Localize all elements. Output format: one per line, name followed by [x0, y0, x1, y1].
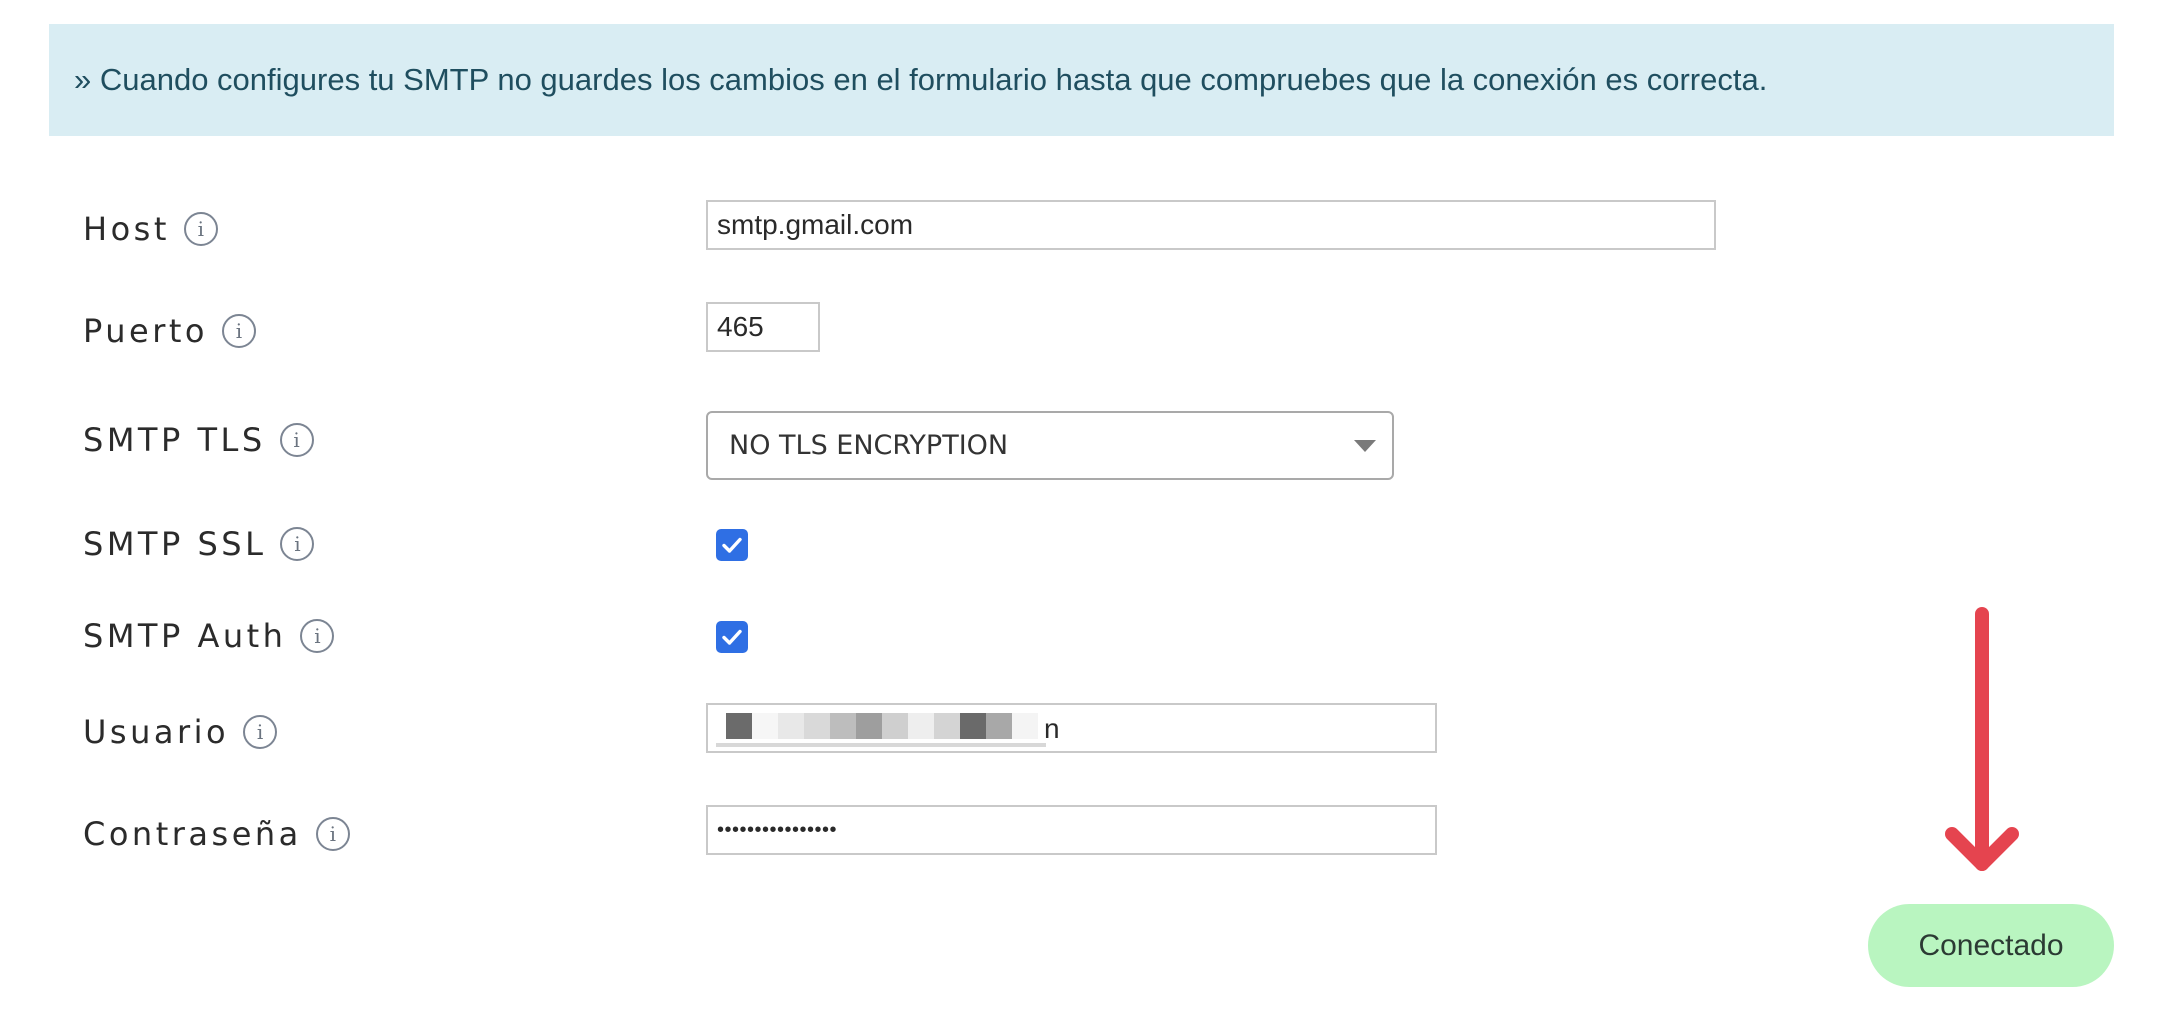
host-label-row: Host i [83, 210, 218, 248]
contrasena-input[interactable] [706, 805, 1437, 855]
smtp-ssl-label-row: SMTP SSL i [83, 525, 315, 563]
contrasena-label: Contraseña [83, 815, 302, 853]
usuario-visible-tail: n [1044, 713, 1060, 744]
contrasena-info-icon[interactable]: i [315, 817, 350, 851]
host-input[interactable] [706, 200, 1716, 250]
puerto-label-row: Puerto i [83, 312, 256, 350]
smtp-auth-label-row: SMTP Auth i [83, 617, 335, 655]
info-notice: » Cuando configures tu SMTP no guardes l… [49, 24, 2114, 136]
smtp-tls-label: SMTP TLS [83, 421, 266, 459]
smtp-ssl-label: SMTP SSL [83, 525, 267, 563]
redacted-username-underline [716, 743, 1046, 747]
redacted-username-mask [726, 713, 1038, 739]
smtp-tls-selected-value: NO TLS ENCRYPTION [729, 430, 1009, 461]
usuario-label-row: Usuario i [83, 713, 278, 751]
puerto-input[interactable] [706, 302, 820, 352]
smtp-ssl-checkbox[interactable] [716, 529, 748, 561]
arrow-down-icon [1945, 607, 2019, 871]
usuario-label: Usuario [83, 713, 230, 751]
host-info-icon[interactable]: i [183, 212, 218, 246]
smtp-auth-label: SMTP Auth [83, 617, 287, 655]
smtp-tls-info-icon[interactable]: i [279, 423, 314, 457]
smtp-tls-select[interactable]: NO TLS ENCRYPTION [706, 411, 1394, 480]
puerto-label: Puerto [83, 312, 208, 350]
host-label: Host [83, 210, 170, 248]
smtp-ssl-info-icon[interactable]: i [280, 527, 315, 561]
chevron-down-icon [1354, 440, 1376, 452]
connect-button[interactable]: Conectado [1868, 904, 2114, 987]
smtp-tls-label-row: SMTP TLS i [83, 421, 314, 459]
smtp-auth-checkbox[interactable] [716, 621, 748, 653]
notice-text: » Cuando configures tu SMTP no guardes l… [74, 62, 1768, 97]
check-icon [722, 629, 742, 645]
smtp-auth-info-icon[interactable]: i [300, 619, 335, 653]
usuario-info-icon[interactable]: i [243, 715, 278, 749]
contrasena-label-row: Contraseña i [83, 815, 350, 853]
check-icon [722, 537, 742, 553]
puerto-info-icon[interactable]: i [221, 314, 256, 348]
